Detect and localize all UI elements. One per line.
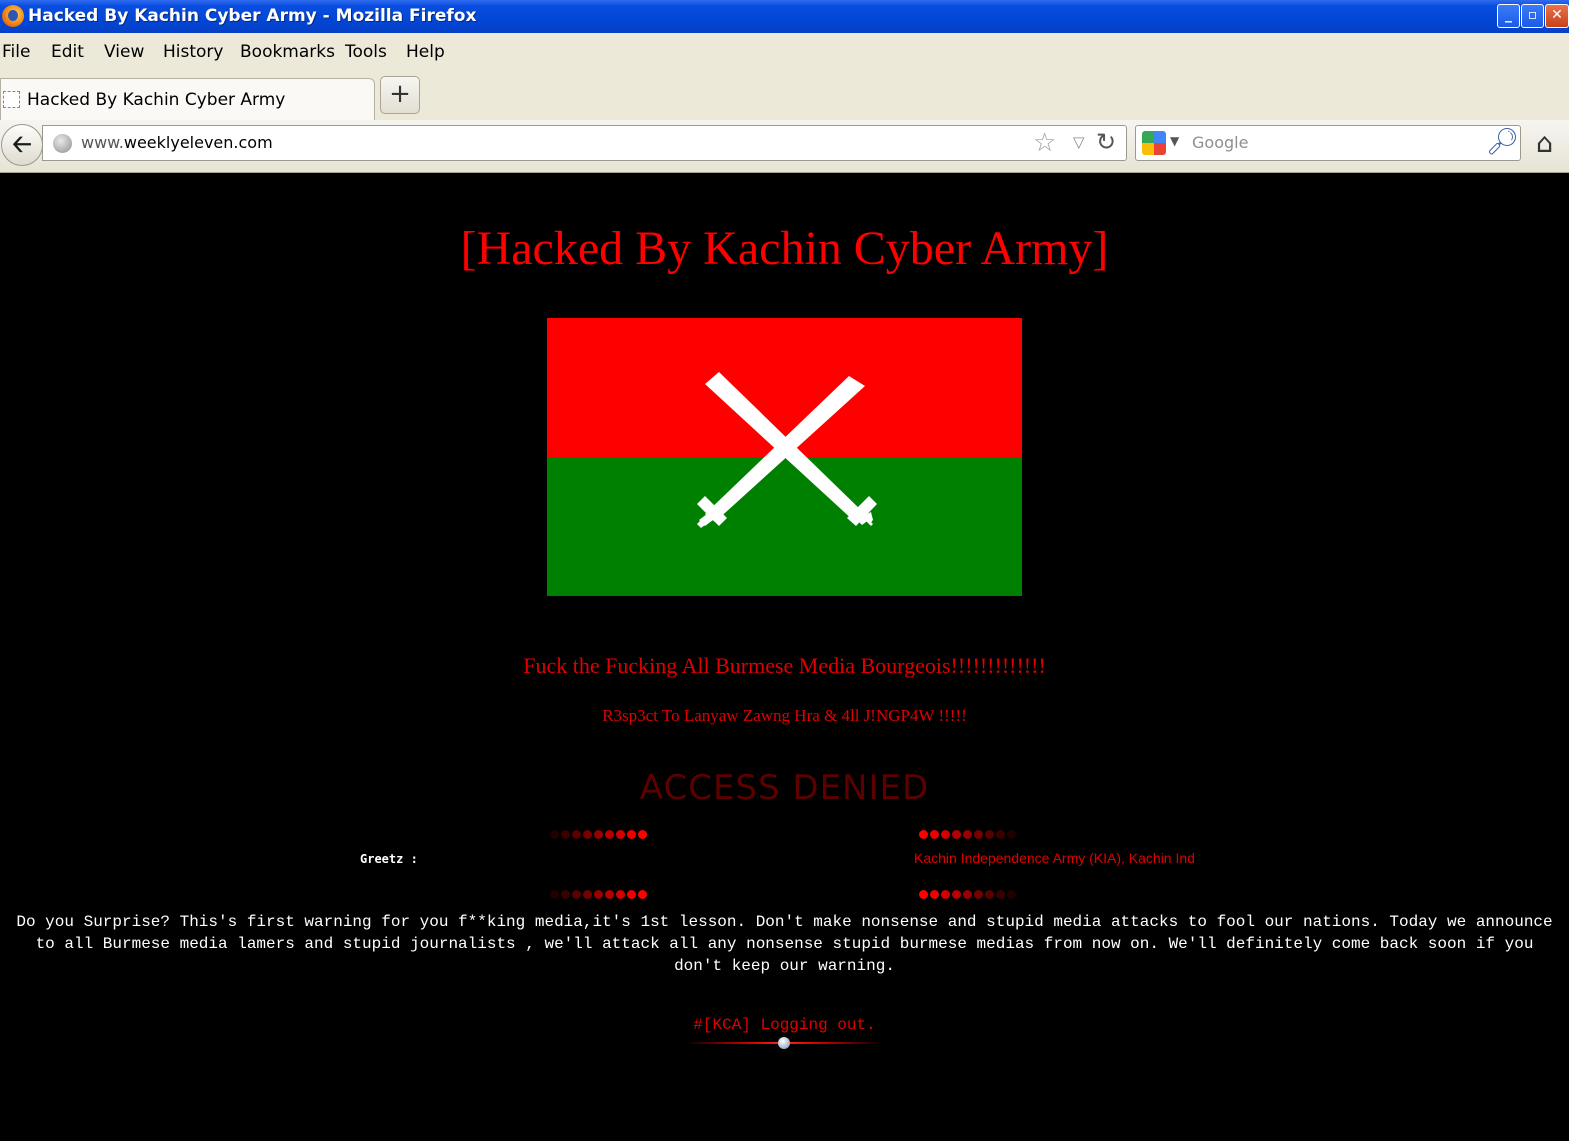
greetz-label: Greetz : <box>360 852 418 866</box>
page-favicon-icon <box>3 91 20 108</box>
message-secondary: R3sp3ct To Lanyaw Zawng Hra & 4ll J!NGP4… <box>602 706 967 725</box>
menu-bar: File Edit View History Bookmarks Tools H… <box>0 33 1569 73</box>
dot-strip-top-left <box>550 824 649 839</box>
tab-bar: Hacked By Kachin Cyber Army + <box>0 73 1569 120</box>
dot-strip-bottom-right <box>919 884 1018 899</box>
home-icon[interactable]: ⌂ <box>1536 128 1553 159</box>
kachin-flag-image <box>547 318 1022 596</box>
warning-message: Do you Surprise? This's first warning fo… <box>16 913 1553 975</box>
logout-orb-icon <box>778 1037 790 1049</box>
close-button[interactable]: ✕ <box>1545 4 1569 28</box>
menu-edit[interactable]: Edit <box>51 42 84 62</box>
url-bar[interactable]: www.weeklyeleven.com ☆ ▽ ↻ <box>42 125 1127 161</box>
dot-strip-top-right <box>919 824 1018 839</box>
window-title: Hacked By Kachin Cyber Army - Mozilla Fi… <box>28 6 477 26</box>
reload-icon[interactable]: ↻ <box>1096 128 1116 156</box>
menu-file[interactable]: File <box>2 42 30 62</box>
url-text[interactable]: www.weeklyeleven.com <box>81 133 273 152</box>
navigation-toolbar: 🡠 www.weeklyeleven.com ☆ ▽ ↻ ▼ Google 🔎︎… <box>0 120 1569 173</box>
menu-view[interactable]: View <box>104 42 144 62</box>
site-identity-globe-icon[interactable] <box>53 134 72 153</box>
window-titlebar[interactable]: Hacked By Kachin Cyber Army - Mozilla Fi… <box>0 0 1569 33</box>
menu-help[interactable]: Help <box>406 42 445 62</box>
message-primary: Fuck the Fucking All Burmese Media Bourg… <box>523 653 1046 678</box>
maximize-button[interactable]: ▫ <box>1521 4 1544 28</box>
bookmark-star-icon[interactable]: ☆ <box>1033 128 1056 158</box>
page-content: [Hacked By Kachin Cyber Army] Fuck the F… <box>0 173 1569 1141</box>
firefox-logo-icon <box>2 5 24 27</box>
search-bar[interactable]: ▼ Google 🔎︎ <box>1135 125 1521 161</box>
flag-bottom-band <box>547 457 1022 596</box>
logout-text: #[KCA] Logging out. <box>693 1016 876 1034</box>
tab-label: Hacked By Kachin Cyber Army <box>27 90 286 110</box>
google-icon[interactable] <box>1142 131 1166 155</box>
search-engine-dropdown-icon[interactable]: ▼ <box>1170 134 1179 148</box>
greetz-marquee-text: Kachin Independence Army (KIA), Kachin I… <box>914 850 1195 866</box>
search-input[interactable]: Google <box>1192 133 1248 152</box>
access-denied-banner: ACCESS DENIED <box>639 768 930 808</box>
back-arrow-icon: 🡠 <box>12 130 32 158</box>
back-button[interactable]: 🡠 <box>1 124 43 166</box>
search-magnifier-icon[interactable]: 🔎︎ <box>1486 127 1519 157</box>
new-tab-button[interactable]: + <box>380 76 420 114</box>
menu-bookmarks[interactable]: Bookmarks <box>240 42 335 62</box>
dot-strip-bottom-left <box>550 884 649 899</box>
url-history-dropdown-icon[interactable]: ▽ <box>1073 133 1085 151</box>
minimize-button[interactable]: _ <box>1497 4 1520 28</box>
tab-active[interactable]: Hacked By Kachin Cyber Army <box>0 78 375 120</box>
page-heading: [Hacked By Kachin Cyber Army] <box>460 222 1109 275</box>
menu-history[interactable]: History <box>163 42 223 62</box>
menu-tools[interactable]: Tools <box>345 42 387 62</box>
